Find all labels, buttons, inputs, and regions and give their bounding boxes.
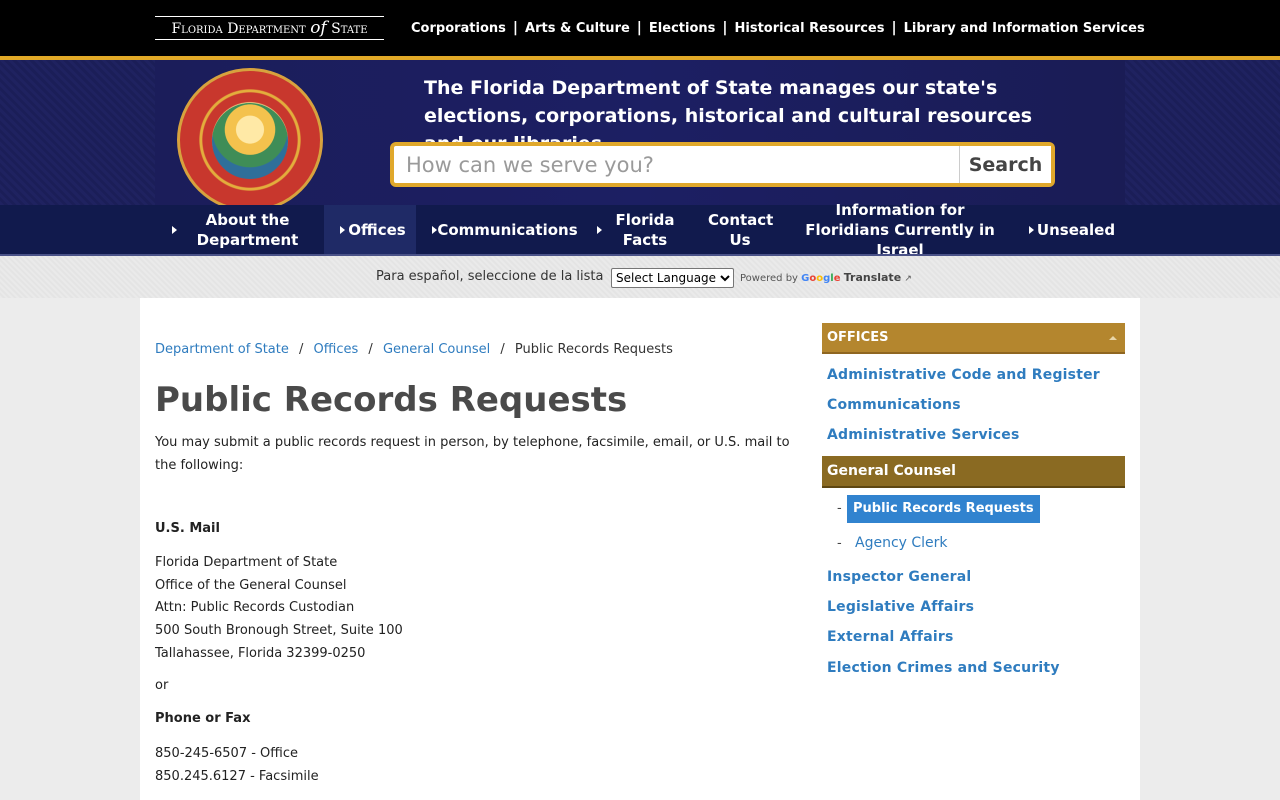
translate-link[interactable]: Translate [844, 271, 901, 284]
sub-item-dash: - [837, 501, 842, 516]
nav-label: Unsealed [1036, 220, 1116, 239]
page-title: Public Records Requests [155, 380, 628, 420]
nav-item-florida-facts[interactable]: Florida Facts [608, 205, 682, 254]
sidebar-link-administrative-services[interactable]: Administrative Services [827, 427, 1020, 443]
mailing-address: Florida Department of State Office of th… [155, 552, 403, 666]
main-nav: About the Department Offices Communicati… [0, 201, 1280, 259]
top-link-historical-resources[interactable]: Historical Resources [735, 21, 885, 36]
nav-item-israel-info[interactable]: Information for Floridians Currently in … [795, 201, 1005, 259]
top-link-separator: | [891, 20, 897, 36]
nav-item-offices[interactable]: Offices [324, 205, 416, 254]
sidebar-subitem-agency-clerk[interactable]: Agency Clerk [855, 535, 948, 551]
caret-right-icon [340, 226, 345, 234]
top-link-separator: | [722, 20, 728, 36]
state-seal-logo[interactable] [177, 68, 323, 212]
sidebar-heading-label: OFFICES [827, 330, 889, 345]
address-line: Attn: Public Records Custodian [155, 600, 355, 616]
top-link-separator: | [512, 20, 519, 36]
mail-heading: U.S. Mail [155, 521, 220, 536]
sidebar-item-general-counsel[interactable]: General Counsel [822, 456, 1125, 488]
address-line: Florida Department of State [155, 555, 338, 570]
breadcrumb-offices[interactable]: Offices [314, 342, 359, 357]
search-input[interactable] [394, 146, 959, 183]
phone-line: 850.245.6127 - Facsimile [155, 768, 319, 784]
caret-right-icon [432, 226, 437, 234]
top-bar: Florida Department of State Corporations… [0, 0, 1280, 56]
top-link-separator: | [636, 20, 642, 36]
top-link-arts-culture[interactable]: Arts & Culture [525, 21, 630, 36]
address-line: 500 South Bronough Street, Suite 100 [155, 623, 403, 639]
sidebar-heading-offices[interactable]: OFFICES [822, 323, 1125, 354]
logo-of: of [310, 18, 327, 38]
phone-line: 850-245-6507 - Office [155, 746, 298, 761]
sidebar-link-communications[interactable]: Communications [827, 397, 961, 413]
address-line: Office of the General Counsel [155, 577, 347, 593]
breadcrumb: Department of State / Offices / General … [155, 342, 673, 357]
top-link-corporations[interactable]: Corporations [411, 21, 506, 36]
language-select[interactable]: Select Language [611, 268, 734, 288]
external-link-icon: ↗ [904, 274, 912, 284]
sidebar-link-inspector-general[interactable]: Inspector General [827, 569, 971, 585]
logo-suffix: State [331, 21, 368, 37]
google-logo: Google [801, 273, 841, 284]
nav-label: Offices [348, 220, 406, 239]
breadcrumb-separator: / [500, 342, 505, 357]
breadcrumb-general-counsel[interactable]: General Counsel [383, 342, 490, 357]
top-link-library[interactable]: Library and Information Services [904, 21, 1145, 36]
caret-right-icon [1029, 226, 1034, 234]
nav-item-unsealed[interactable]: Unsealed [1036, 205, 1116, 254]
sidebar-link-external-affairs[interactable]: External Affairs [827, 629, 953, 645]
content-card: Department of State / Offices / General … [140, 298, 1140, 800]
sidebar-link-administrative-code[interactable]: Administrative Code and Register [827, 367, 1100, 383]
caret-right-icon [597, 226, 602, 234]
powered-by-google: Powered by Google Translate ↗ [740, 271, 912, 284]
nav-label: About the Department [196, 210, 299, 249]
nav-item-communications[interactable]: Communications [437, 205, 578, 254]
or-text: or [155, 678, 169, 693]
top-links: Corporations | Arts & Culture | Election… [411, 18, 1145, 38]
address-line: Tallahassee, Florida 32399-0250 [155, 645, 366, 661]
collapse-caret-icon [1109, 336, 1117, 340]
intro-text: You may submit a public records request … [155, 435, 790, 473]
nav-label: Florida Facts [615, 210, 675, 249]
translate-label: Para español, seleccione de la lista [376, 269, 604, 284]
phone-numbers: 850-245-6507 - Office 850.245.6127 - Fac… [155, 743, 319, 788]
search-bar: Search [390, 142, 1055, 187]
breadcrumb-separator: / [299, 342, 304, 357]
search-box: Search [394, 146, 1051, 183]
nav-item-about[interactable]: About the Department [185, 205, 310, 254]
breadcrumb-separator: / [368, 342, 373, 357]
banner-inner: The Florida Department of State manages … [155, 60, 1125, 212]
sidebar-subitem-public-records[interactable]: Public Records Requests [847, 495, 1040, 523]
nav-label: Contact Us [708, 210, 774, 249]
breadcrumb-current: Public Records Requests [514, 342, 673, 357]
nav-label: Communications [437, 220, 578, 239]
translate-bar: Para español, seleccione de la lista Sel… [0, 256, 1280, 298]
seal-center [212, 103, 288, 179]
phone-heading: Phone or Fax [155, 711, 251, 726]
sidebar-link-election-crimes[interactable]: Election Crimes and Security [827, 660, 1060, 676]
nav-item-contact[interactable]: Contact Us [700, 205, 780, 254]
logo-prefix: Florida Department [171, 21, 306, 37]
site-logo[interactable]: Florida Department of State [155, 16, 384, 40]
sub-item-dash: - [837, 536, 842, 551]
caret-right-icon [172, 226, 177, 234]
banner: The Florida Department of State manages … [0, 60, 1280, 212]
search-button[interactable]: Search [959, 146, 1051, 183]
powered-by-label: Powered by [740, 273, 798, 284]
top-link-elections[interactable]: Elections [649, 21, 715, 36]
breadcrumb-department-of-state[interactable]: Department of State [155, 342, 289, 357]
nav-label: Information for Floridians Currently in … [805, 200, 995, 259]
sidebar-link-legislative-affairs[interactable]: Legislative Affairs [827, 599, 974, 615]
